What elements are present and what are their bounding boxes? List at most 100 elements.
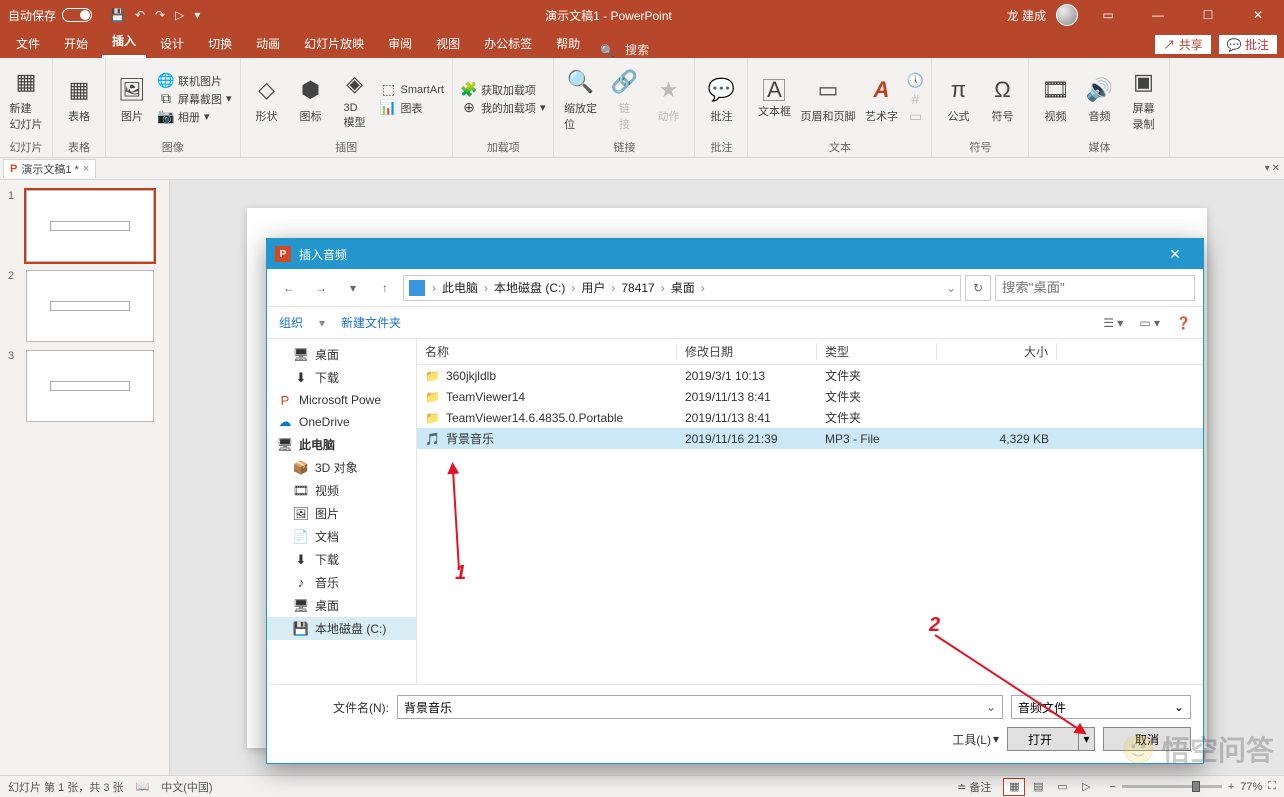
file-row[interactable]: 📁TeamViewer142019/11/13 8:41文件夹	[417, 386, 1203, 407]
screen-recording-button[interactable]: ▣屏幕 录制	[1125, 66, 1161, 132]
document-tab[interactable]: P演示文稿1 *×	[3, 159, 96, 178]
breadcrumb[interactable]: ›此电脑 ›本地磁盘 (C:) ›用户 ›78417 ›桌面 › ⌄	[403, 275, 961, 301]
up-icon[interactable]: ↑	[371, 274, 399, 302]
fit-to-window-icon[interactable]: ⛶	[1268, 780, 1276, 793]
open-button[interactable]: 打开▾	[1007, 727, 1095, 751]
video-button[interactable]: 🎞视频	[1037, 74, 1073, 124]
tree-item[interactable]: 🖥桌面	[267, 343, 416, 366]
tab-review[interactable]: 审阅	[378, 31, 422, 58]
qat-more-icon[interactable]: ▾	[194, 8, 200, 22]
refresh-icon[interactable]: ↻	[965, 275, 991, 301]
screenshot-button[interactable]: ⧉屏幕截图▾	[158, 91, 232, 107]
slide-thumbnails[interactable]: 1 2 3	[0, 180, 170, 775]
tab-help[interactable]: 帮助	[546, 31, 590, 58]
file-row[interactable]: 📁360jkjldlb2019/3/1 10:13文件夹	[417, 365, 1203, 386]
my-addins-button[interactable]: ⊕我的加载项▾	[461, 100, 546, 116]
zoom-in-icon[interactable]: +	[1228, 781, 1234, 793]
tab-transitions[interactable]: 切换	[198, 31, 242, 58]
redo-icon[interactable]: ↷	[155, 8, 165, 22]
icons-button[interactable]: ⬢图标	[293, 74, 329, 124]
audio-button[interactable]: 🔊音频	[1081, 74, 1117, 124]
col-date[interactable]: 修改日期	[677, 343, 817, 360]
wordart-button[interactable]: A艺术字	[863, 74, 899, 124]
autosave-toggle[interactable]: 自动保存	[0, 7, 100, 24]
col-name[interactable]: 名称	[417, 343, 677, 360]
slide-thumb-1[interactable]: 1	[0, 186, 169, 266]
col-type[interactable]: 类型	[817, 343, 937, 360]
tab-insert[interactable]: 插入	[102, 28, 146, 58]
language-label[interactable]: 中文(中国)	[161, 779, 212, 795]
ribbon-collapse-icon[interactable]: ▾	[1265, 163, 1270, 174]
undo-icon[interactable]: ↶	[135, 8, 145, 22]
search-hint[interactable]: 搜索	[625, 41, 649, 58]
tab-file[interactable]: 文件	[6, 31, 50, 58]
chart-button[interactable]: 📊图表	[381, 100, 444, 116]
zoom-level[interactable]: 77%	[1240, 781, 1262, 793]
file-row[interactable]: 🎵背景音乐2019/11/16 21:39MP3 - File4,329 KB	[417, 428, 1203, 449]
save-icon[interactable]: 💾	[110, 8, 125, 22]
table-button[interactable]: ▦表格	[61, 74, 97, 124]
close-icon[interactable]: ✕	[1238, 8, 1278, 22]
recent-icon[interactable]: ▾	[339, 274, 367, 302]
tree-item[interactable]: 📦3D 对象	[267, 456, 416, 479]
equation-button[interactable]: π公式	[940, 74, 976, 124]
smartart-button[interactable]: ⬚SmartArt	[381, 82, 444, 98]
slide-thumb-3[interactable]: 3	[0, 346, 169, 426]
zoom-control[interactable]: − + 77% ⛶	[1109, 780, 1276, 793]
file-type-filter[interactable]: 音频文件⌄	[1011, 695, 1191, 719]
ribbon-options-icon[interactable]: ▭	[1088, 8, 1128, 22]
tab-home[interactable]: 开始	[54, 31, 98, 58]
slideshow-view-icon[interactable]: ▷	[1075, 778, 1097, 796]
chevron-down-icon[interactable]: ⌄	[946, 281, 956, 295]
file-list-header[interactable]: 名称 修改日期 类型 大小	[417, 339, 1203, 365]
textbox-button[interactable]: A文本框	[756, 79, 792, 119]
tab-animations[interactable]: 动画	[246, 31, 290, 58]
tab-view[interactable]: 视图	[426, 31, 470, 58]
ribbon-close-icon[interactable]: ✕	[1272, 163, 1280, 174]
tools-menu[interactable]: 工具(L) ▾	[952, 731, 999, 748]
new-slide-button[interactable]: ▦新建 幻灯片	[8, 66, 44, 132]
picture-button[interactable]: 🖼图片	[114, 74, 150, 124]
view-options-icon[interactable]: ☰ ▾	[1103, 316, 1123, 330]
tree-item[interactable]: PMicrosoft Powe	[267, 389, 416, 411]
tree-item[interactable]: 🖥此电脑	[267, 433, 416, 456]
file-row[interactable]: 📁TeamViewer14.6.4835.0.Portable2019/11/1…	[417, 407, 1203, 428]
organize-button[interactable]: 组织	[279, 314, 303, 331]
album-button[interactable]: 📷相册▾	[158, 109, 232, 125]
file-list[interactable]: 名称 修改日期 类型 大小 📁360jkjldlb2019/3/1 10:13文…	[417, 339, 1203, 684]
online-picture-button[interactable]: 🌐联机图片	[158, 73, 232, 89]
tree-item[interactable]: ☁OneDrive	[267, 411, 416, 433]
search-icon[interactable]: 🔍	[594, 44, 621, 58]
get-addins-button[interactable]: 🧩获取加载项	[461, 82, 546, 98]
tree-item[interactable]: 📄文档	[267, 525, 416, 548]
tree-item[interactable]: 🖥桌面	[267, 594, 416, 617]
search-input[interactable]	[995, 275, 1195, 301]
slide-sorter-icon[interactable]: ▤	[1027, 778, 1049, 796]
tree-item[interactable]: 💾本地磁盘 (C:)	[267, 617, 416, 640]
reading-view-icon[interactable]: ▭	[1051, 778, 1073, 796]
header-footer-button[interactable]: ▭页眉和页脚	[800, 74, 855, 124]
chevron-down-icon[interactable]: ⌄	[986, 700, 996, 714]
tree-item[interactable]: 🖼图片	[267, 502, 416, 525]
3d-model-button[interactable]: ◈3D 模型	[337, 68, 373, 130]
notes-button[interactable]: ≐ 备注	[957, 779, 991, 795]
close-tab-icon[interactable]: ×	[83, 163, 89, 175]
tab-design[interactable]: 设计	[150, 31, 194, 58]
toggle-switch-icon[interactable]	[62, 8, 92, 22]
zoom-button[interactable]: 🔍缩放定 位	[562, 66, 598, 132]
tab-officetab[interactable]: 办公标签	[474, 31, 542, 58]
folder-tree[interactable]: 🖥桌面 ⬇下载 PMicrosoft Powe☁OneDrive🖥此电脑📦3D 对象…	[267, 339, 417, 684]
symbol-button[interactable]: Ω符号	[984, 74, 1020, 124]
back-icon[interactable]: ←	[275, 274, 303, 302]
tree-item[interactable]: ⬇下载	[267, 548, 416, 571]
zoom-out-icon[interactable]: −	[1109, 781, 1115, 793]
share-button[interactable]: ↗ 共享	[1154, 34, 1211, 55]
slide-thumb-2[interactable]: 2	[0, 266, 169, 346]
comment-button[interactable]: 💬批注	[703, 74, 739, 124]
chevron-down-icon[interactable]: ⌄	[1174, 700, 1184, 714]
tab-slideshow[interactable]: 幻灯片放映	[294, 31, 374, 58]
spellcheck-icon[interactable]: 📖	[136, 780, 150, 793]
minimize-icon[interactable]: —	[1138, 8, 1178, 22]
tree-item[interactable]: 🎞视频	[267, 479, 416, 502]
avatar[interactable]	[1056, 4, 1078, 26]
